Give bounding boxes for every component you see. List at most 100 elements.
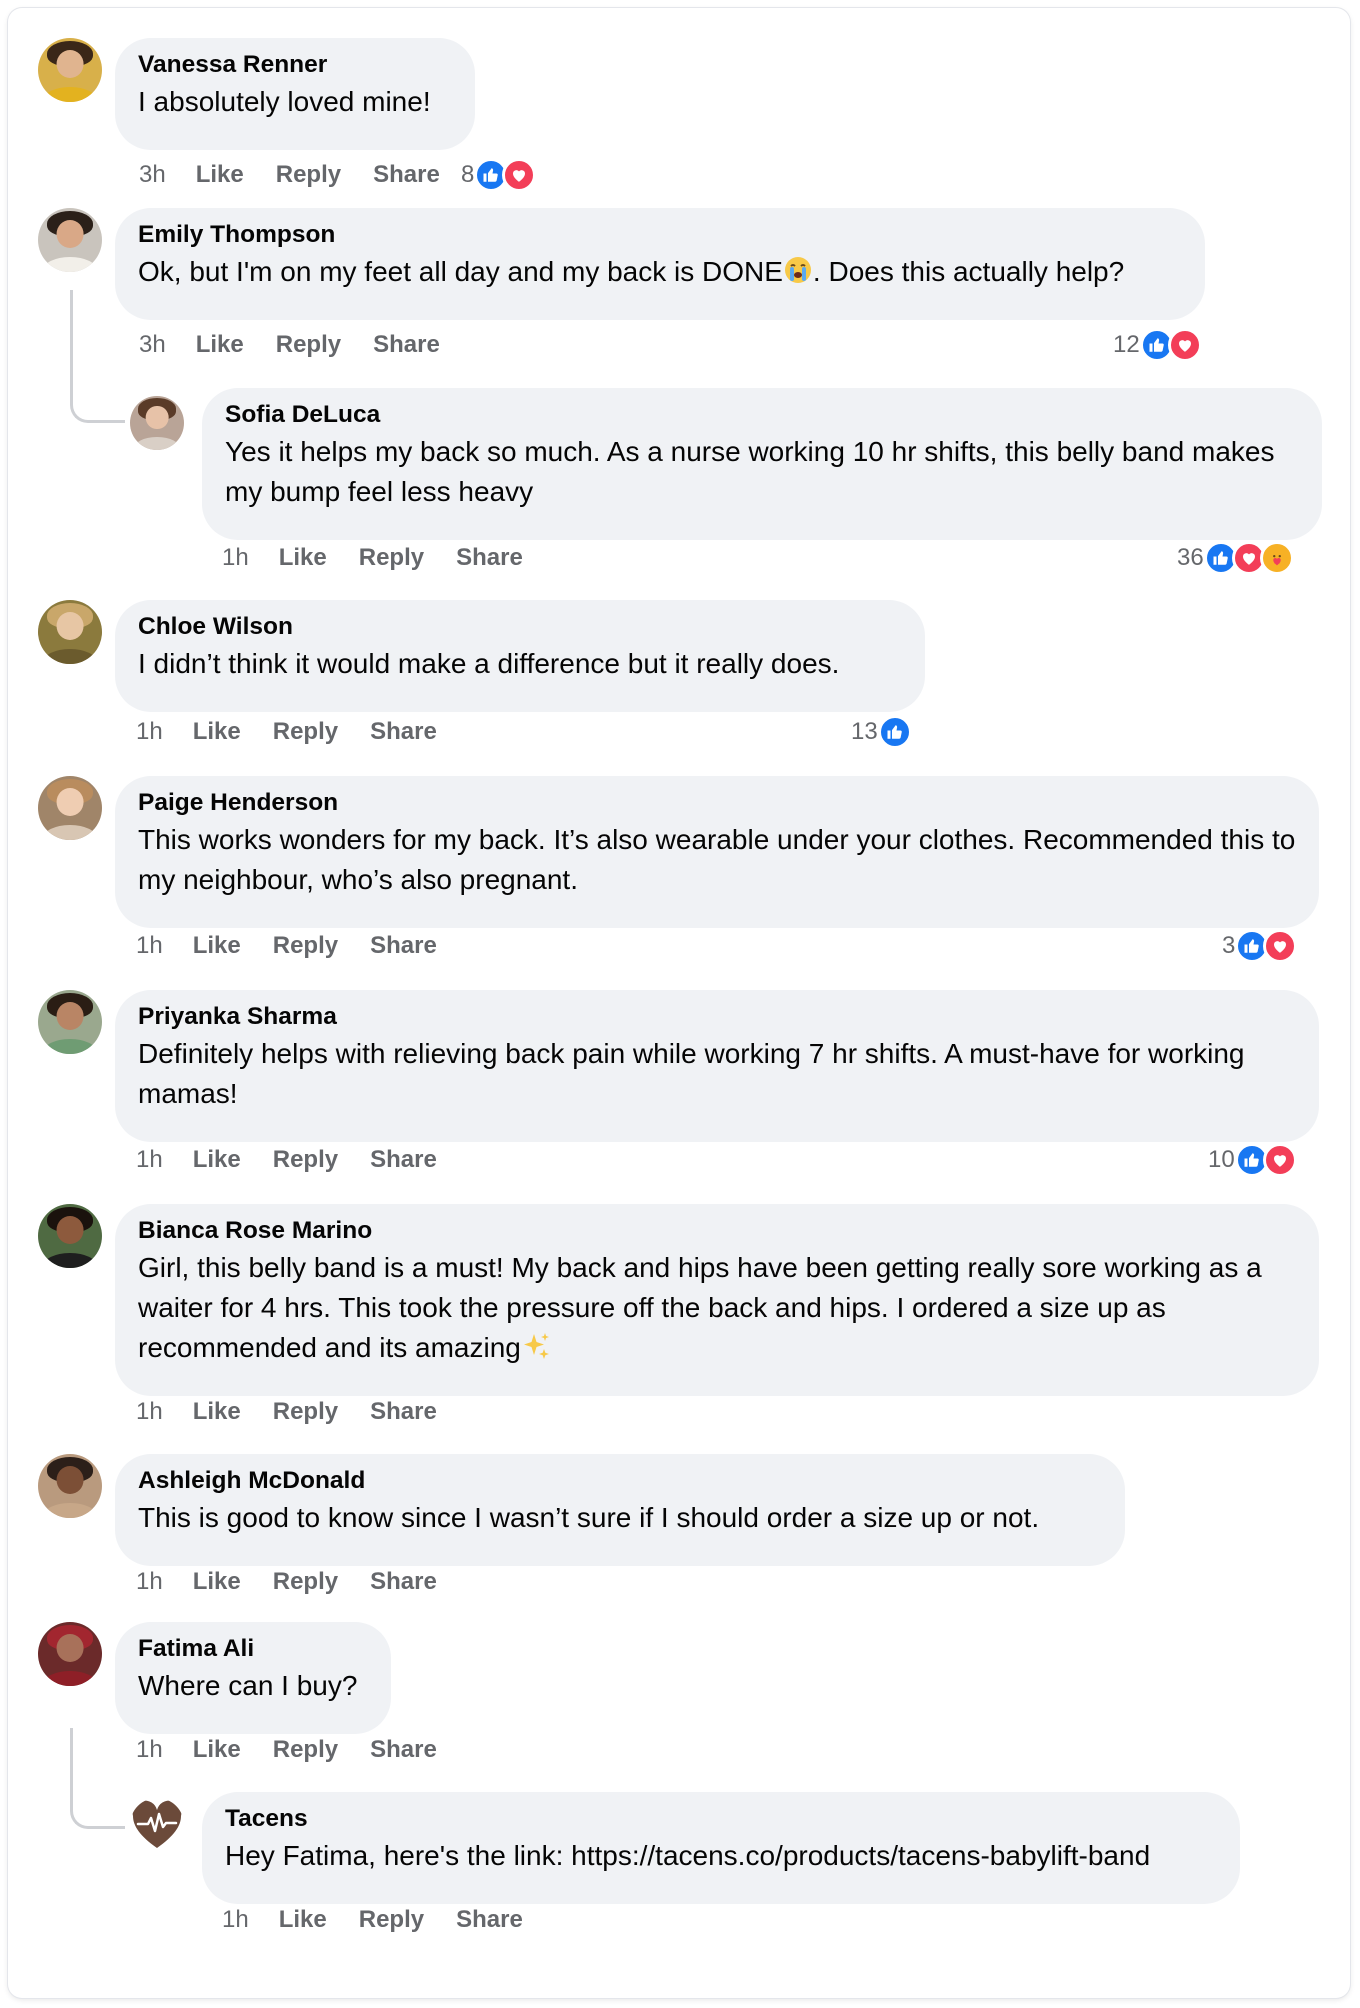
avatar-body [43, 648, 97, 664]
comment-bubble: Chloe Wilson I didn’t think it would mak… [115, 600, 925, 712]
comment-time[interactable]: 1h [136, 1398, 163, 1426]
comment-bubble: Priyanka Sharma Definitely helps with re… [115, 990, 1319, 1142]
comment-time[interactable]: 1h [136, 718, 163, 746]
reply-button[interactable]: Reply [273, 932, 338, 960]
avatar-body [134, 437, 180, 450]
avatar[interactable] [38, 1454, 102, 1518]
love-reaction-icon [1167, 328, 1202, 362]
reaction-summary[interactable]: 3 [1222, 926, 1298, 966]
comment-time[interactable]: 1h [136, 932, 163, 960]
comment-text: I didn’t think it would make a differenc… [138, 648, 840, 679]
reply-button[interactable]: Reply [359, 1906, 424, 1934]
reply-button[interactable]: Reply [273, 1146, 338, 1174]
comment-actions: 1h Like Reply Share [136, 1392, 469, 1432]
commenter-name[interactable]: Sofia DeLuca [225, 400, 1299, 430]
reaction-summary[interactable]: 8 [461, 155, 537, 195]
commenter-name[interactable]: Ashleigh McDonald [138, 1466, 1102, 1496]
comment-actions: 1h Like Reply Share [222, 1900, 555, 1940]
reaction-summary[interactable]: 13 [851, 712, 912, 752]
share-button[interactable]: Share [456, 544, 523, 572]
comment-bubble: Vanessa Renner I absolutely loved mine! [115, 38, 475, 150]
commenter-name[interactable]: Chloe Wilson [138, 612, 902, 642]
avatar[interactable] [130, 396, 184, 450]
reaction-count: 10 [1208, 1146, 1235, 1173]
crying-face-emoji-icon [783, 255, 813, 296]
comment-bubble: Sofia DeLuca Yes it helps my back so muc… [202, 388, 1322, 540]
comment-text: I absolutely loved mine! [138, 86, 431, 117]
comment-time[interactable]: 1h [222, 544, 249, 572]
avatar-body [43, 1502, 97, 1518]
like-button[interactable]: Like [193, 718, 241, 746]
reaction-summary[interactable]: 10 [1208, 1140, 1297, 1180]
like-button[interactable]: Like [196, 161, 244, 189]
avatar[interactable] [38, 600, 102, 664]
comment-text: Where can I buy? [138, 1670, 358, 1701]
like-button[interactable]: Like [193, 932, 241, 960]
love-reaction-icon [502, 158, 537, 192]
comment-time[interactable]: 3h [139, 331, 166, 359]
like-button[interactable]: Like [279, 1906, 327, 1934]
like-button[interactable]: Like [196, 331, 244, 359]
share-button[interactable]: Share [370, 1398, 437, 1426]
like-button[interactable]: Like [193, 1568, 241, 1596]
avatar-face [145, 405, 169, 430]
avatar-body [43, 1038, 97, 1054]
commenter-name[interactable]: Tacens [225, 1804, 1217, 1834]
avatar-body [43, 86, 97, 102]
commenter-name[interactable]: Bianca Rose Marino [138, 1216, 1296, 1246]
avatar-face [56, 787, 84, 816]
share-button[interactable]: Share [370, 718, 437, 746]
commenter-name[interactable]: Emily Thompson [138, 220, 1182, 250]
comment-time[interactable]: 1h [136, 1568, 163, 1596]
reply-button[interactable]: Reply [273, 718, 338, 746]
avatar-face [56, 1633, 84, 1662]
commenter-name[interactable]: Paige Henderson [138, 788, 1296, 818]
share-button[interactable]: Share [370, 1568, 437, 1596]
like-button[interactable]: Like [193, 1146, 241, 1174]
comment-text: Girl, this belly band is a must! My back… [138, 1248, 1296, 1372]
tacens-logo-icon[interactable] [130, 1798, 184, 1852]
share-button[interactable]: Share [456, 1906, 523, 1934]
avatar[interactable] [38, 1622, 102, 1686]
reply-button[interactable]: Reply [273, 1398, 338, 1426]
share-button[interactable]: Share [373, 331, 440, 359]
reply-button[interactable]: Reply [276, 331, 341, 359]
commenter-name[interactable]: Priyanka Sharma [138, 1002, 1296, 1032]
comment-time[interactable]: 1h [136, 1146, 163, 1174]
reply-button[interactable]: Reply [273, 1568, 338, 1596]
like-reaction-icon [877, 715, 912, 749]
reply-button[interactable]: Reply [359, 544, 424, 572]
like-button[interactable]: Like [279, 544, 327, 572]
comment-bubble: Bianca Rose Marino Girl, this belly band… [115, 1204, 1319, 1396]
comment-time[interactable]: 1h [222, 1906, 249, 1934]
comment-actions: 1h Like Reply Share [136, 712, 469, 752]
reply-button[interactable]: Reply [276, 161, 341, 189]
avatar[interactable] [38, 776, 102, 840]
reaction-summary[interactable]: 12 [1113, 325, 1202, 365]
like-button[interactable]: Like [193, 1736, 241, 1764]
reply-button[interactable]: Reply [273, 1736, 338, 1764]
comments-panel: Vanessa Renner I absolutely loved mine! … [8, 8, 1350, 1998]
comment-time[interactable]: 1h [136, 1736, 163, 1764]
avatar[interactable] [38, 990, 102, 1054]
like-button[interactable]: Like [193, 1398, 241, 1426]
comment-text: This works wonders for my back. It’s als… [138, 824, 1296, 895]
avatar[interactable] [38, 208, 102, 272]
share-button[interactable]: Share [370, 1146, 437, 1174]
avatar-face [56, 49, 84, 78]
share-button[interactable]: Share [370, 1736, 437, 1764]
avatar[interactable] [38, 38, 102, 102]
reaction-summary[interactable]: 36 [1177, 538, 1294, 578]
comment-time[interactable]: 3h [139, 161, 166, 189]
reaction-count: 12 [1113, 331, 1140, 358]
commenter-name[interactable]: Fatima Ali [138, 1634, 368, 1664]
avatar[interactable] [38, 1204, 102, 1268]
comment-text[interactable]: Hey Fatima, here's the link: https://tac… [225, 1836, 1217, 1876]
commenter-name[interactable]: Vanessa Renner [138, 50, 452, 80]
comment-bubble: Paige Henderson This works wonders for m… [115, 776, 1319, 928]
avatar-body [43, 1252, 97, 1268]
share-button[interactable]: Share [373, 161, 440, 189]
love-reaction-icon [1263, 929, 1298, 963]
share-button[interactable]: Share [370, 932, 437, 960]
avatar-body [43, 1670, 97, 1686]
